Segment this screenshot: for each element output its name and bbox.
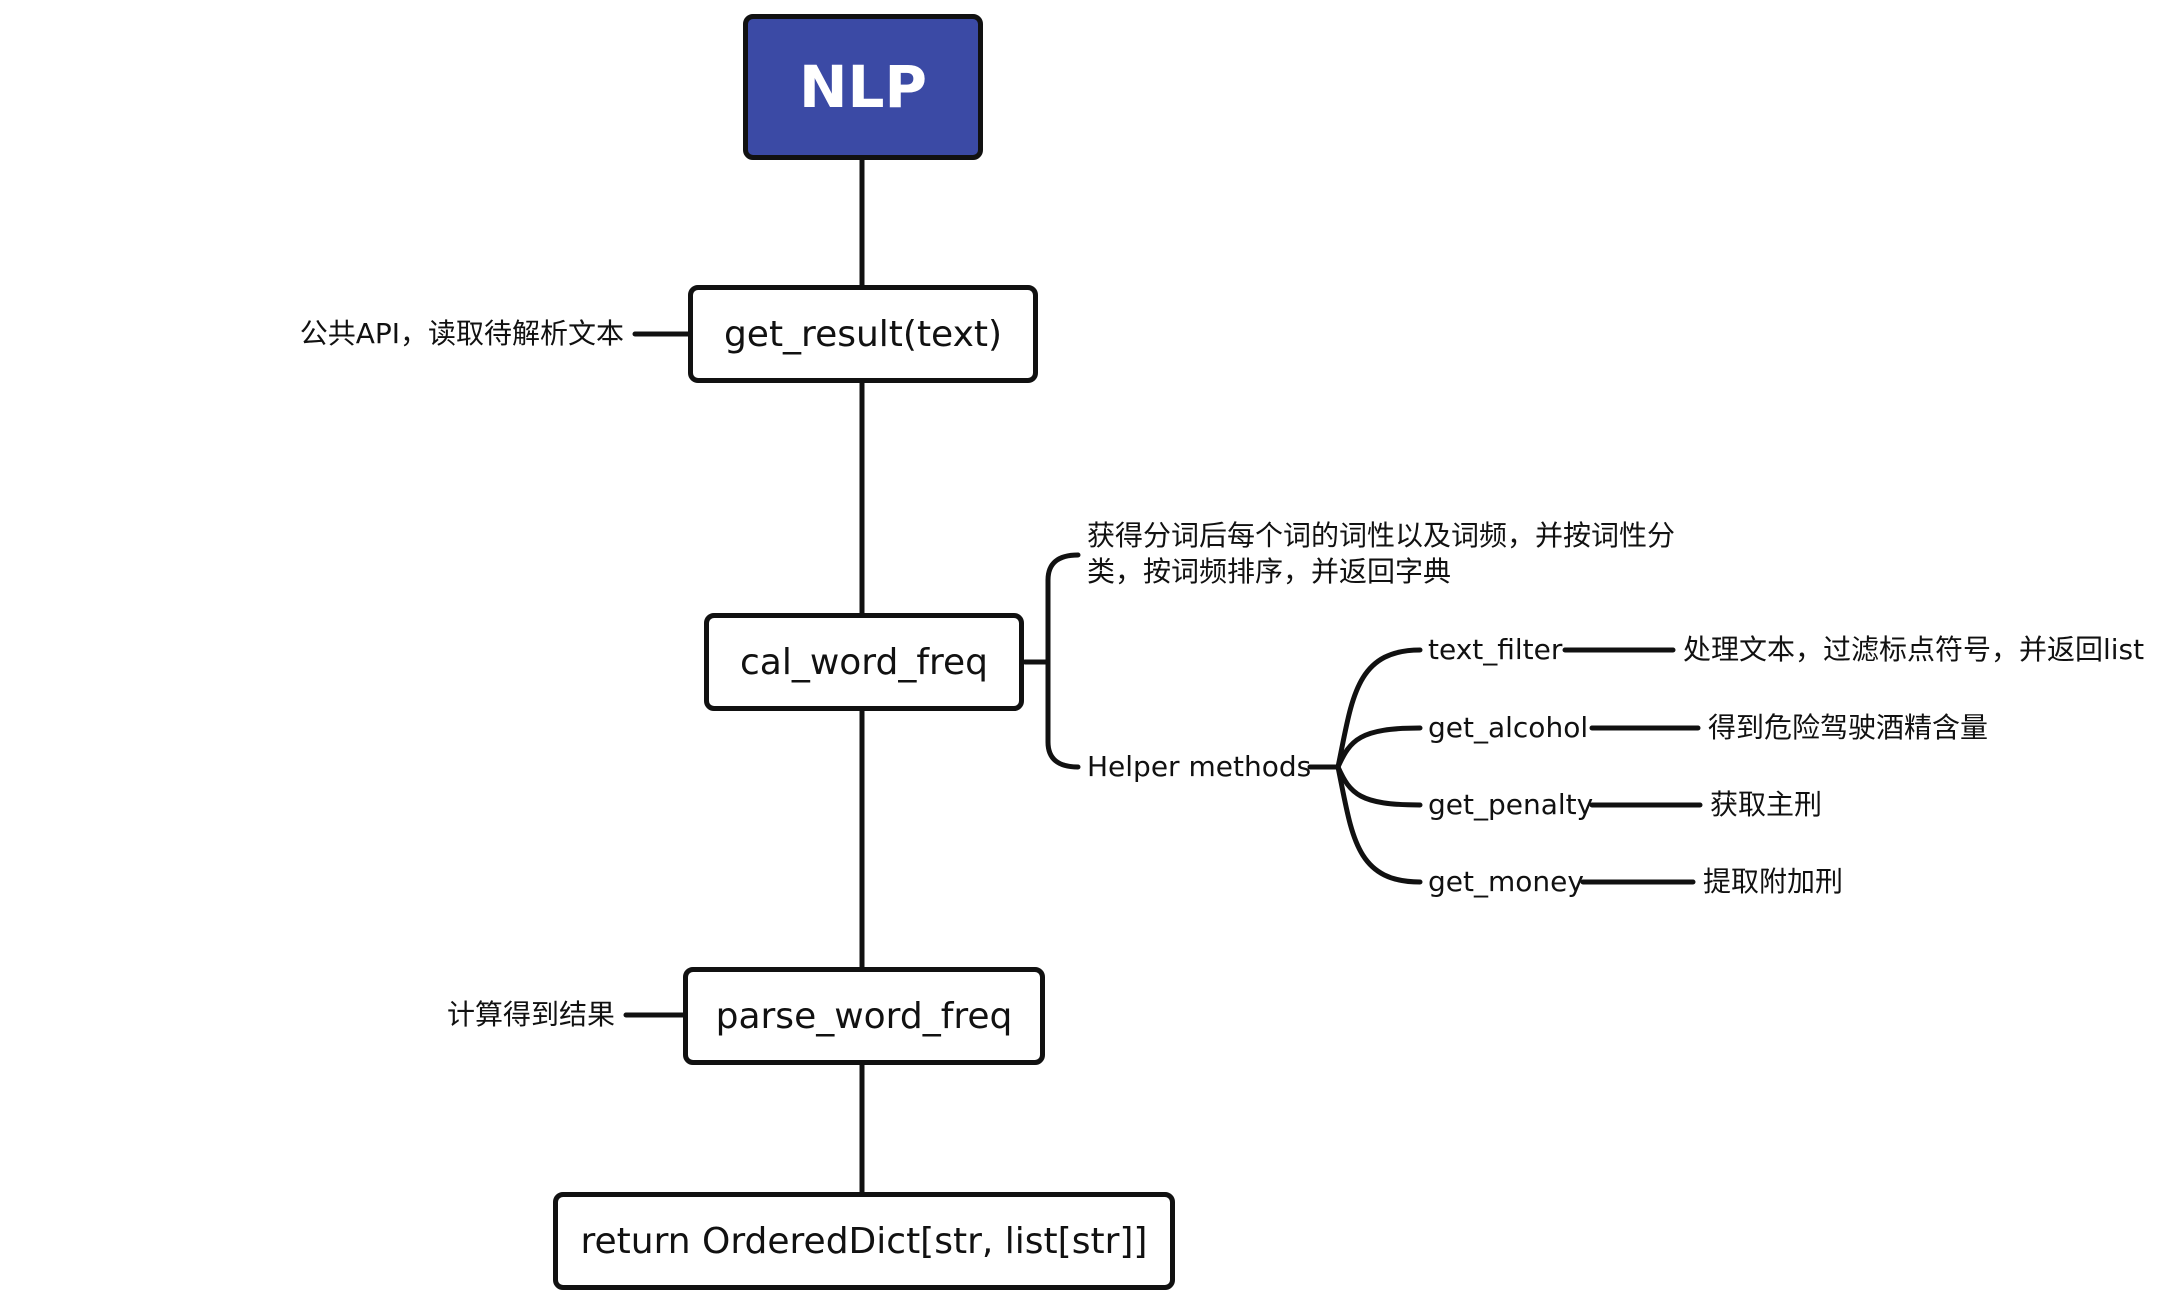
root-node-nlp[interactable]: NLP [743,14,983,160]
helper-name-get-penalty: get_penalty [1428,788,1594,821]
helper-name-text-filter: text_filter [1428,633,1563,666]
annotation-cal-word-freq: 获得分词后每个词的词性以及词频，并按词性分类，按词频排序，并返回字典 [1087,519,1676,588]
helper-desc-text-filter: 处理文本，过滤标点符号，并返回list [1683,633,2145,666]
branch-get-alcohol [1335,725,1423,770]
branch-get-penalty [1335,764,1423,808]
helper-name-get-alcohol: get_alcohol [1428,711,1589,744]
helper-name-get-money: get_money [1428,865,1584,898]
node-parse-word-freq-label: parse_word_freq [715,995,1013,1037]
node-parse-word-freq[interactable]: parse_word_freq [683,967,1045,1065]
annotation-get-result: 公共API，读取待解析文本 [299,317,624,350]
node-cal-word-freq[interactable]: cal_word_freq [704,613,1024,711]
helper-desc-get-penalty: 获取主刑 [1710,788,1823,821]
node-return-label: return OrderedDict[str, list[str]] [580,1220,1148,1262]
helper-desc-get-alcohol: 得到危险驾驶酒精含量 [1708,711,1989,744]
flowchart-diagram: NLP get_result(text) cal_word_freq parse… [0,0,2180,1316]
node-cal-word-freq-label: cal_word_freq [739,641,989,683]
root-node-label: NLP [798,53,927,121]
annotation-parse-word-freq: 计算得到结果 [446,998,615,1031]
helper-desc-get-money: 提取附加刑 [1703,865,1844,898]
annotation-helper-methods: Helper methods [1087,750,1312,783]
node-return[interactable]: return OrderedDict[str, list[str]] [553,1192,1175,1290]
node-get-result[interactable]: get_result(text) [688,285,1038,383]
bracket-cal-word-freq [1045,552,1081,770]
node-get-result-label: get_result(text) [723,313,1003,355]
